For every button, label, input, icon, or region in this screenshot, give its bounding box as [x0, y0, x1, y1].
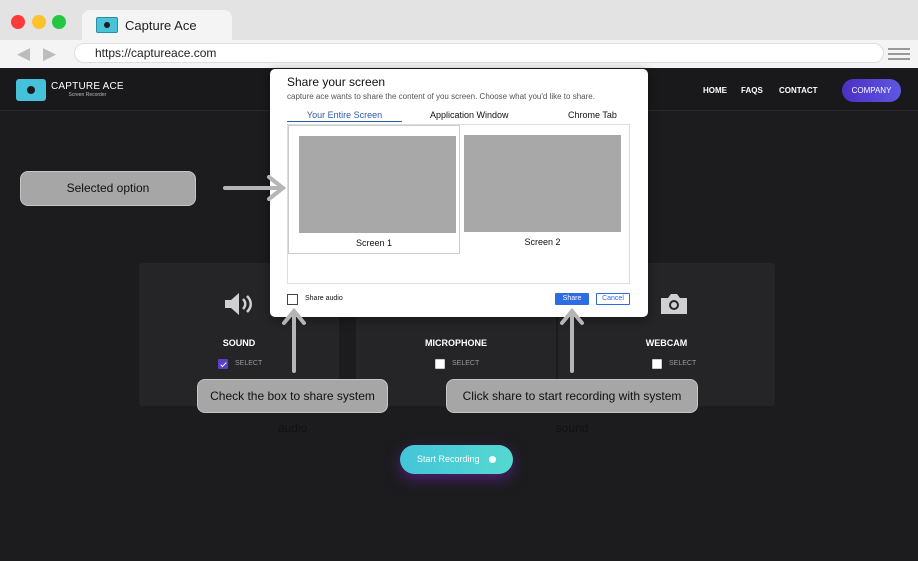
back-arrow-icon[interactable]: ◀ — [17, 44, 30, 64]
screen-2-label: Screen 2 — [524, 237, 561, 247]
tab-entire-screen[interactable]: Your Entire Screen — [287, 110, 402, 122]
capture-ace-favicon-icon — [96, 17, 118, 33]
arrow-right-icon — [223, 175, 287, 201]
nav-contact[interactable]: CONTACT — [779, 86, 818, 95]
capture-ace-logo-icon — [16, 79, 46, 101]
start-recording-label: Start Recording — [417, 454, 480, 464]
sound-checkbox[interactable] — [218, 359, 228, 369]
selected-option-callout: Selected option — [20, 171, 196, 206]
screen-options-panel: Screen 1 Screen 2 — [287, 124, 630, 284]
browser-menu-icon[interactable] — [888, 45, 910, 63]
forward-arrow-icon[interactable]: ▶ — [43, 44, 56, 64]
minimize-window-button[interactable] — [32, 15, 46, 29]
close-window-button[interactable] — [11, 15, 25, 29]
company-button[interactable]: COMPANY — [842, 79, 901, 102]
screen-1-option[interactable]: Screen 1 — [288, 125, 460, 254]
tab-title: Capture Ace — [125, 17, 197, 33]
screen-2-option[interactable]: Screen 2 — [454, 125, 631, 254]
browser-tab[interactable]: Capture Ace — [82, 10, 232, 40]
dialog-tabs: Your Entire Screen Application Window Ch… — [287, 110, 630, 124]
screen-1-thumbnail — [299, 136, 456, 233]
nav-home[interactable]: HOME — [703, 86, 727, 95]
share-callout: Click share to start recording with syst… — [446, 379, 698, 435]
logo-title: CAPTURE ACE — [51, 81, 124, 92]
webcam-checkbox[interactable] — [652, 359, 662, 369]
logo-subtitle: Screen Recorder — [68, 92, 107, 98]
screen-2-thumbnail — [464, 135, 621, 232]
share-screen-dialog: Share your screen capture ace wants to s… — [270, 69, 648, 317]
share-audio-callout: Check the box to share system audio — [197, 379, 388, 435]
webcam-select-label: SELECT — [669, 360, 697, 367]
screen-1-label: Screen 1 — [355, 238, 393, 248]
microphone-label: MICROPHONE — [424, 338, 487, 348]
speaker-icon — [225, 293, 252, 315]
tab-chrome-tab[interactable]: Chrome Tab — [568, 110, 617, 120]
dialog-title: Share your screen — [287, 75, 386, 89]
microphone-select-label: SELECT — [452, 360, 480, 367]
start-recording-button[interactable]: Start Recording — [400, 445, 513, 474]
share-button[interactable]: Share — [555, 293, 589, 305]
dialog-description: capture ace wants to share the content o… — [287, 92, 595, 101]
logo[interactable]: CAPTURE ACE Screen Recorder — [16, 79, 124, 101]
address-bar[interactable]: https://captureace.com — [74, 43, 884, 63]
microphone-checkbox[interactable] — [435, 359, 445, 369]
cancel-button[interactable]: Cancel — [596, 293, 630, 305]
sound-select-label: SELECT — [235, 360, 263, 367]
arrow-up-icon — [560, 307, 584, 373]
camera-icon — [661, 294, 687, 314]
sound-label: SOUND — [222, 338, 256, 348]
share-audio-label: Share audio — [305, 295, 343, 302]
nav-faqs[interactable]: FAQS — [741, 86, 763, 95]
arrow-up-icon — [282, 307, 306, 373]
maximize-window-button[interactable] — [52, 15, 66, 29]
tab-application-window[interactable]: Application Window — [430, 110, 509, 120]
record-dot-icon — [489, 456, 496, 463]
share-audio-checkbox[interactable] — [287, 294, 298, 305]
webcam-label: WEBCAM — [645, 338, 688, 348]
